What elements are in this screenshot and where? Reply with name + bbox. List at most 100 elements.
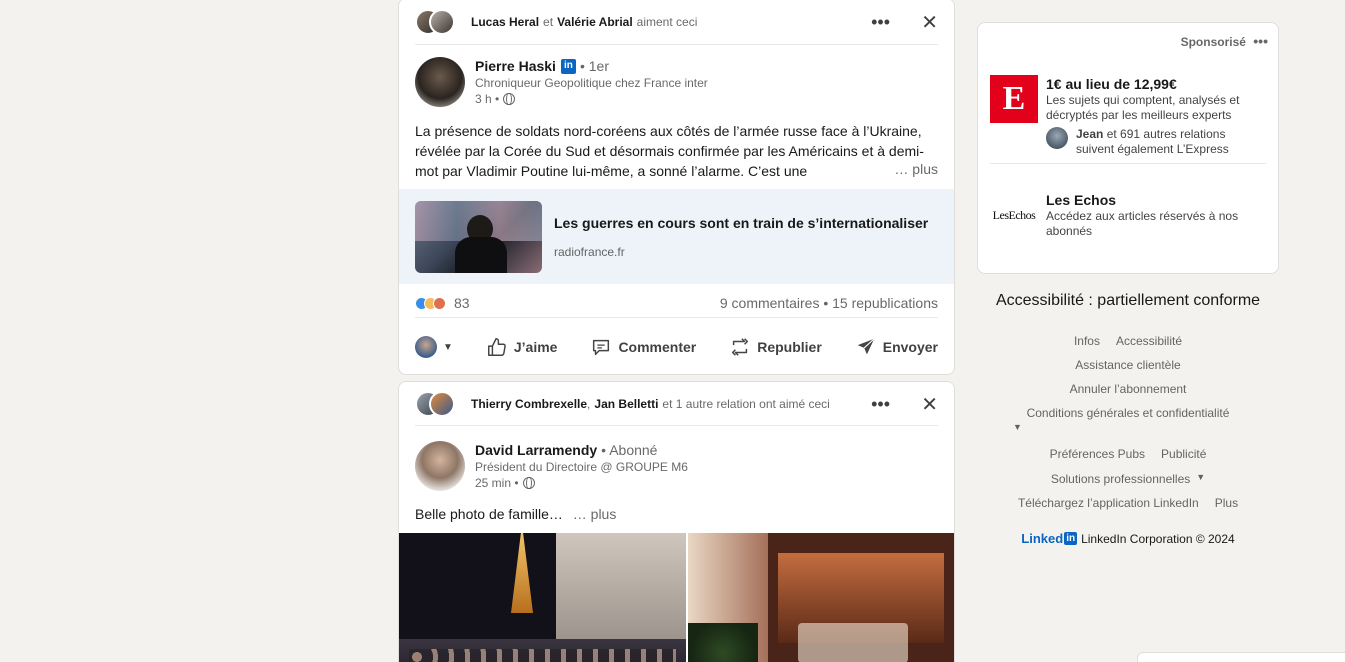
logo-text: E <box>1002 80 1026 117</box>
post-actor: Pierre Haski in • 1er Chroniqueur Geopol… <box>415 57 708 107</box>
footer-link-cancel-subscription[interactable]: Annuler l’abonnement <box>1070 382 1187 396</box>
linkedin-logo: Linked in <box>1021 531 1078 546</box>
post-time: 25 min • <box>475 476 519 490</box>
see-more-link[interactable]: … plus <box>886 161 938 177</box>
ad-title[interactable]: Les Echos <box>1046 191 1266 209</box>
reactions[interactable]: 83 <box>415 295 470 311</box>
insightful-reaction-icon <box>433 296 446 310</box>
send-label: Envoyer <box>882 339 938 355</box>
logo-text: in <box>1064 532 1078 545</box>
post-time: 3 h • <box>475 92 500 106</box>
messaging-overlay[interactable] <box>1137 652 1345 662</box>
ad-item[interactable]: E 1€ au lieu de 12,99€ Les sujets qui co… <box>990 75 1266 157</box>
comment-icon <box>593 339 610 356</box>
sponsored-panel: Sponsorisé ••• E 1€ au lieu de 12,99€ Le… <box>977 22 1279 274</box>
actor-headline: Président du Directoire @ GROUPE M6 <box>475 460 688 474</box>
lexpress-logo[interactable]: E <box>990 75 1038 123</box>
more-options-icon[interactable]: ••• <box>871 382 890 426</box>
actor-name[interactable]: Pierre Haski <box>475 57 556 75</box>
caret-down-icon[interactable]: ▼ <box>1196 472 1205 486</box>
ad-description: Accédez aux articles réservés à nos abon… <box>1046 209 1239 238</box>
social-connector: et <box>543 14 554 29</box>
footer-link-assistance[interactable]: Assistance clientèle <box>1075 358 1180 372</box>
reposts-count[interactable]: 15 republications <box>832 295 938 311</box>
ad-title[interactable]: 1€ au lieu de 12,99€ <box>1046 75 1266 93</box>
avatar[interactable] <box>429 8 455 35</box>
social-context: Thierry Combrexelle , Jan Belletti et 1 … <box>415 382 938 426</box>
globe-icon <box>503 92 516 105</box>
social-name[interactable]: Jan Belletti <box>594 397 658 411</box>
avatar[interactable] <box>415 441 465 491</box>
post-image[interactable] <box>688 533 954 662</box>
actor-name[interactable]: David Larramendy <box>475 441 597 459</box>
avatar <box>415 336 437 358</box>
footer-link-advertising[interactable]: Publicité <box>1161 447 1206 461</box>
follow-status: • Abonné <box>601 442 658 458</box>
connection-degree: • 1er <box>579 58 609 74</box>
feed-post: Lucas Heral et Valérie Abrial aiment cec… <box>398 0 955 375</box>
repost-icon <box>732 338 749 356</box>
thumbs-up-icon <box>487 338 506 356</box>
feed-post: Thierry Combrexelle , Jan Belletti et 1 … <box>398 381 955 662</box>
ad-description: Les sujets qui comptent, analysés et déc… <box>1046 93 1240 122</box>
comment-button[interactable]: Commenter <box>590 336 696 358</box>
more-options-icon[interactable]: ••• <box>871 0 890 45</box>
see-more-link[interactable]: … plus <box>573 506 617 522</box>
article-thumbnail <box>415 200 542 273</box>
social-avatars <box>415 8 461 36</box>
post-body: Belle photo de famille… <box>415 506 563 522</box>
social-name[interactable]: Valérie Abrial <box>557 15 633 29</box>
globe-icon <box>522 476 535 489</box>
logo-text: LesEchos <box>992 207 1036 222</box>
social-separator: , <box>587 396 591 411</box>
actor-headline: Chroniqueur Geopolitique chez France int… <box>475 76 708 90</box>
repost-label: Republier <box>757 339 822 355</box>
post-text: La présence de soldats nord-coréens aux … <box>415 121 938 181</box>
linkedin-premium-icon: in <box>560 58 576 74</box>
close-icon[interactable]: ✕ <box>921 382 938 426</box>
send-icon <box>857 338 875 355</box>
more-options-icon[interactable]: ••• <box>1253 33 1268 49</box>
social-name[interactable]: Thierry Combrexelle <box>471 397 587 411</box>
repost-button[interactable]: Republier <box>729 336 822 358</box>
ad-item[interactable]: LesEchos Les Echos Accédez aux articles … <box>990 191 1266 239</box>
footer-link-download-app[interactable]: Téléchargez l’application LinkedIn <box>1018 496 1199 510</box>
post-text: Belle photo de famille… … plus <box>415 504 938 524</box>
social-avatars <box>415 390 461 418</box>
accessibility-status[interactable]: Accessibilité : partiellement conforme <box>977 292 1279 310</box>
lesechos-logo[interactable]: LesEchos <box>990 191 1038 239</box>
avatar[interactable] <box>415 57 465 107</box>
reactions-count[interactable]: 83 <box>454 295 470 311</box>
caret-down-icon[interactable]: ▼ <box>1013 422 1022 432</box>
avatar[interactable] <box>429 390 455 417</box>
actor-selector[interactable]: ▼ <box>415 336 453 358</box>
like-label: J’aime <box>513 339 558 355</box>
article-source: radiofrance.fr <box>554 244 625 259</box>
sponsored-label: Sponsorisé <box>1180 35 1246 49</box>
close-icon[interactable]: ✕ <box>921 0 938 45</box>
social-name[interactable]: Lucas Heral <box>471 15 539 29</box>
logo-text: Linked <box>1021 531 1064 546</box>
send-button[interactable]: Envoyer <box>855 336 938 358</box>
social-counts: 83 9 commentaires • 15 republications <box>415 293 938 313</box>
copyright: LinkedIn Corporation © 2024 <box>1081 531 1235 546</box>
post-actions: ▼ J’aime Commenter Republier Envoyer <box>415 327 938 367</box>
footer-link-ad-preferences[interactable]: Préférences Pubs <box>1050 447 1145 461</box>
comment-label: Commenter <box>618 339 697 355</box>
social-suffix: et 1 autre relation ont aimé ceci <box>662 396 830 411</box>
footer-link-terms[interactable]: Conditions générales et confidentialité <box>1027 406 1230 420</box>
like-button[interactable]: J’aime <box>486 336 558 358</box>
footer-link-business-solutions[interactable]: Solutions professionnelles <box>1051 472 1190 486</box>
social-name: Jean <box>1076 127 1104 141</box>
footer-link-more[interactable]: Plus <box>1215 496 1238 510</box>
article-card[interactable]: Les guerres en cours sont en train de s’… <box>399 189 954 284</box>
article-title[interactable]: Les guerres en cours sont en train de s’… <box>554 215 928 231</box>
post-images[interactable] <box>399 533 954 662</box>
post-actor: David Larramendy • Abonné Président du D… <box>415 441 688 491</box>
footer-link-accessibility[interactable]: Accessibilité <box>1116 334 1182 348</box>
caret-down-icon: ▼ <box>443 341 453 353</box>
post-image[interactable] <box>399 533 686 662</box>
comments-count[interactable]: 9 commentaires <box>720 295 820 311</box>
avatar <box>1046 127 1068 149</box>
footer-link-infos[interactable]: Infos <box>1074 334 1100 348</box>
